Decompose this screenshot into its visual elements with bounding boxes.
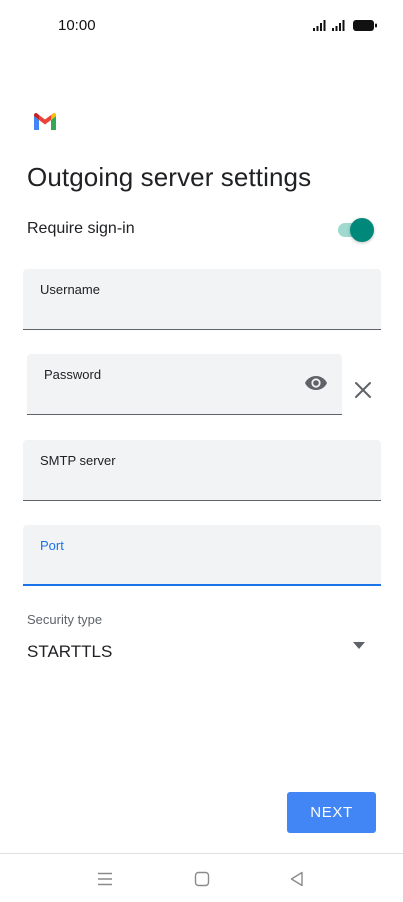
signal-icon	[332, 20, 345, 31]
menu-icon[interactable]	[96, 870, 114, 888]
status-bar: 10:00	[0, 0, 403, 52]
password-label: Password	[44, 367, 102, 382]
toggle-thumb	[350, 218, 374, 242]
password-field[interactable]: Password	[27, 354, 342, 415]
back-icon[interactable]	[288, 870, 306, 888]
password-input[interactable]	[44, 384, 292, 406]
require-signin-toggle[interactable]	[336, 218, 374, 242]
username-label: Username	[40, 282, 100, 297]
smtp-server-label: SMTP server	[40, 453, 116, 468]
port-input[interactable]	[40, 555, 369, 577]
eye-icon[interactable]	[304, 374, 328, 392]
status-icons	[313, 20, 377, 31]
security-type-label: Security type	[27, 612, 103, 627]
close-icon[interactable]	[354, 381, 372, 399]
dropdown-arrow-icon[interactable]	[353, 642, 365, 650]
require-signin-label: Require sign-in	[27, 220, 135, 237]
smtp-server-field[interactable]: SMTP server	[23, 440, 381, 501]
smtp-server-input[interactable]	[40, 470, 369, 492]
port-label: Port	[40, 538, 64, 553]
next-button[interactable]: NEXT	[287, 792, 376, 833]
port-field[interactable]: Port	[23, 525, 381, 586]
navigation-bar	[0, 853, 403, 902]
gmail-logo-icon	[34, 113, 56, 130]
security-type-select[interactable]: STARTTLS	[27, 642, 112, 662]
battery-icon	[353, 20, 377, 31]
home-icon[interactable]	[193, 870, 211, 888]
signal-icon	[313, 20, 326, 31]
username-field[interactable]: Username	[23, 269, 381, 330]
page-title: Outgoing server settings	[27, 162, 312, 192]
status-time: 10:00	[58, 17, 96, 34]
username-input[interactable]	[40, 299, 369, 321]
